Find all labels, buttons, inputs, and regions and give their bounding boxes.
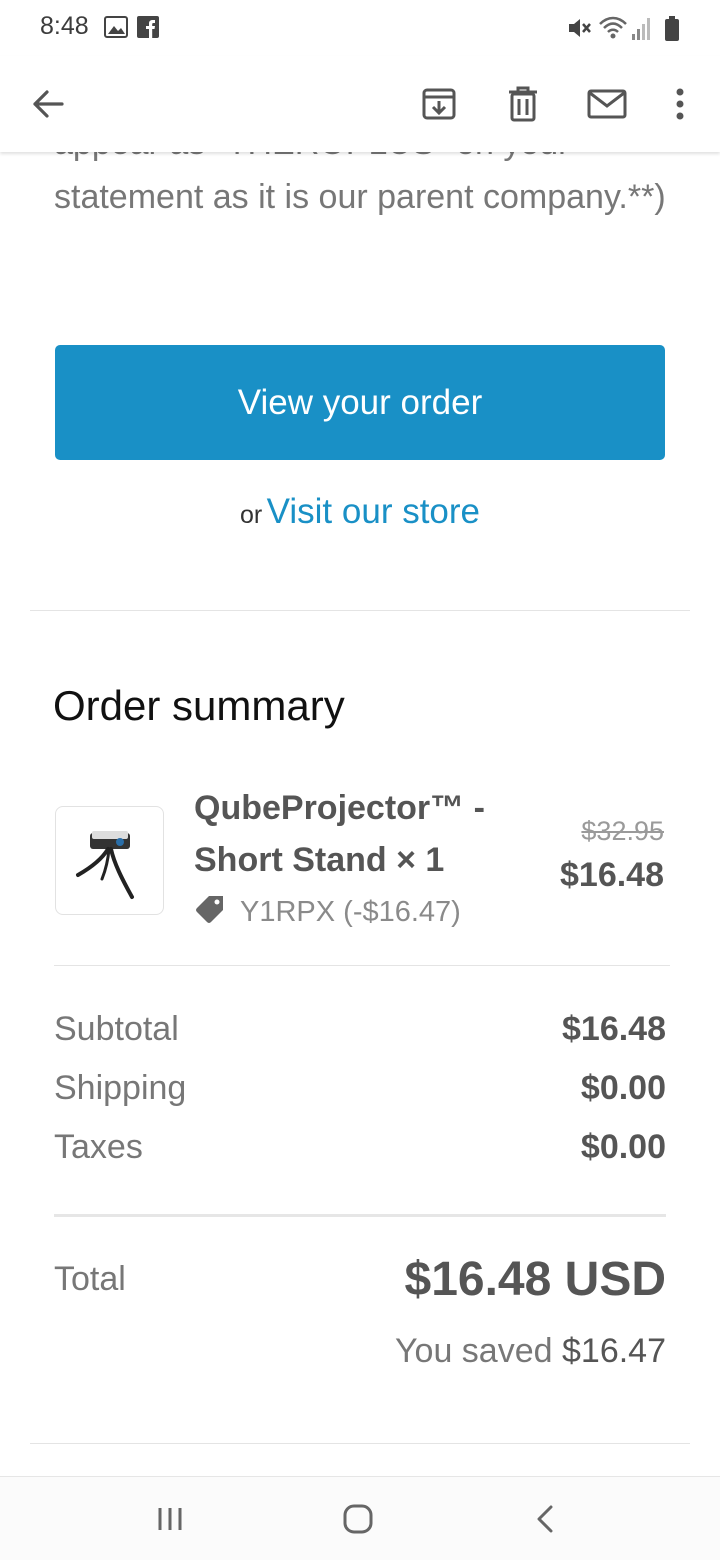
mark-unread-icon[interactable]	[583, 80, 631, 128]
email-body: appear as "THEROPLUS" on your statement …	[0, 152, 720, 1476]
system-nav-bar	[0, 1476, 720, 1560]
shipping-value: $0.00	[580, 1069, 666, 1107]
visit-store-line: or Visit our store	[0, 492, 720, 532]
home-icon[interactable]	[336, 1497, 380, 1541]
taxes-value: $0.00	[580, 1128, 666, 1166]
total-value: $16.48 USD	[404, 1253, 667, 1306]
discount-tag-icon	[194, 894, 226, 931]
total-label: Total	[54, 1260, 126, 1298]
subtotal-label: Subtotal	[54, 1010, 179, 1048]
saved-label: You saved	[394, 1332, 553, 1370]
status-time: 8:48	[40, 12, 89, 40]
item-price: $16.48	[560, 856, 664, 894]
savings-line: You saved $16.47	[395, 1332, 666, 1371]
signal-icon	[632, 16, 652, 45]
more-options-icon[interactable]	[656, 80, 704, 128]
gallery-icon	[104, 16, 128, 43]
discount-code: Y1RPX (-$16.47)	[240, 896, 461, 928]
saved-amount: $16.47	[562, 1332, 666, 1370]
subtotal-row: Subtotal $16.48	[54, 1010, 666, 1049]
battery-icon	[664, 16, 680, 47]
intro-text: appear as "THEROPLUS" on your statement …	[54, 152, 666, 216]
wifi-icon	[598, 16, 628, 45]
original-price: $32.95	[581, 816, 664, 846]
delete-icon[interactable]	[499, 80, 547, 128]
discount-row: Y1RPX (-$16.47)	[194, 894, 461, 931]
footer-divider	[30, 1443, 690, 1444]
facebook-icon	[137, 16, 159, 43]
or-text: or	[239, 501, 263, 529]
back-icon[interactable]	[523, 1497, 567, 1541]
shipping-label: Shipping	[54, 1069, 187, 1107]
shipping-row: Shipping $0.00	[54, 1069, 666, 1108]
back-arrow-icon[interactable]	[24, 80, 72, 128]
totals-divider	[54, 1214, 666, 1217]
email-app-bar	[0, 56, 720, 152]
item-divider	[54, 965, 670, 966]
product-image	[55, 806, 164, 915]
order-summary-title: Order summary	[53, 682, 345, 729]
subtotal-value: $16.48	[562, 1010, 666, 1048]
view-order-button[interactable]: View your order	[55, 345, 665, 460]
mute-icon	[566, 16, 592, 45]
taxes-row: Taxes $0.00	[54, 1128, 666, 1167]
status-bar: 8:48	[0, 0, 720, 56]
product-name: QubeProjector™ - Short Stand × 1	[194, 789, 485, 879]
archive-icon[interactable]	[415, 80, 463, 128]
recent-apps-icon[interactable]	[148, 1497, 192, 1541]
taxes-label: Taxes	[54, 1128, 143, 1166]
visit-store-link[interactable]: Visit our store	[267, 492, 480, 531]
total-row: Total $16.48 USD	[54, 1252, 666, 1307]
section-divider	[30, 610, 690, 611]
